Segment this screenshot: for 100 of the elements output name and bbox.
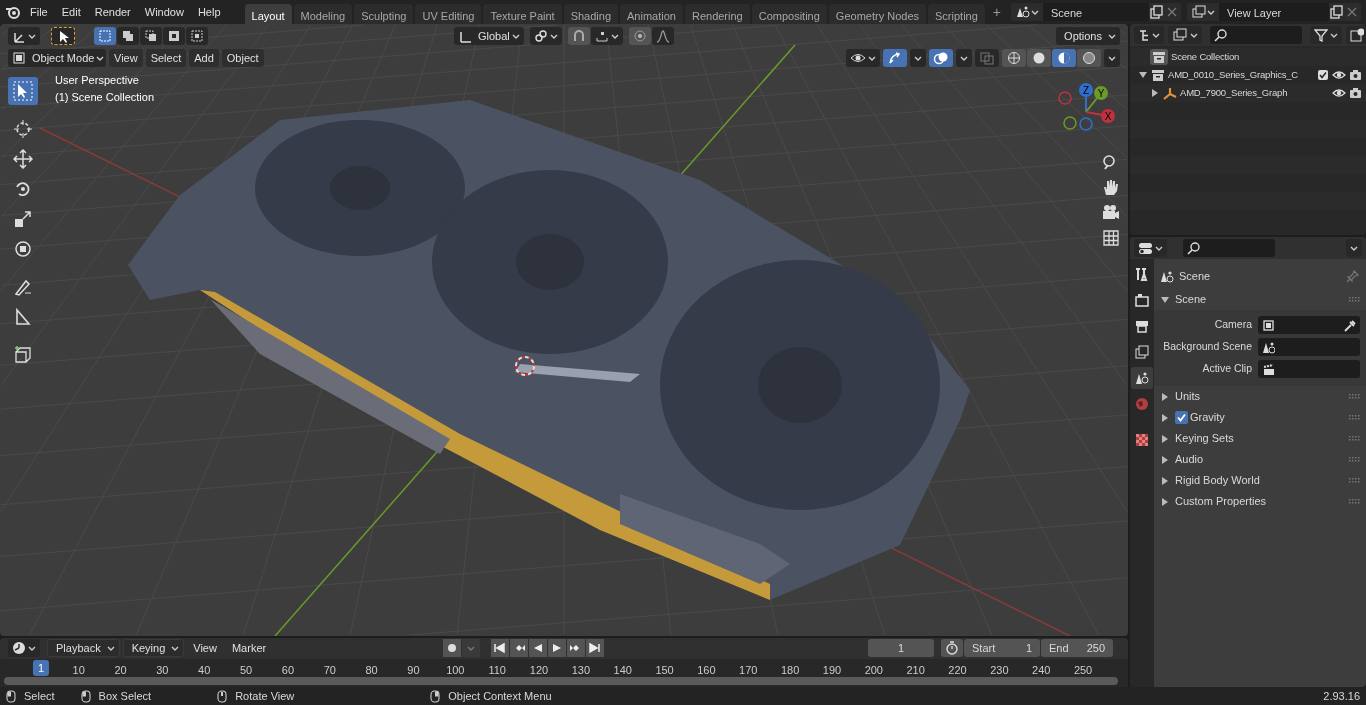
workspace-tab[interactable]: Scripting xyxy=(928,4,985,24)
checkbox-icon[interactable] xyxy=(1317,69,1329,81)
transform-orientation-dropdown[interactable]: Global xyxy=(454,27,524,45)
end-frame-field[interactable]: End 250 xyxy=(1041,639,1113,658)
menu-item[interactable]: File xyxy=(24,1,54,23)
falloff-dropdown[interactable] xyxy=(652,27,674,45)
shading-dropdown[interactable] xyxy=(1104,49,1120,67)
selection-mode-button[interactable] xyxy=(117,27,139,45)
outliner-item[interactable]: Scene Collection xyxy=(1171,49,1362,65)
grid-button[interactable] xyxy=(1100,227,1122,249)
drag-grip-icon[interactable] xyxy=(1349,297,1360,302)
checkbox-icon[interactable] xyxy=(1175,411,1188,424)
menu-item[interactable]: View xyxy=(187,638,223,659)
record-button[interactable] xyxy=(443,639,461,658)
selection-mode-button[interactable] xyxy=(140,27,162,45)
options-dropdown[interactable]: Options xyxy=(1056,27,1120,45)
triangle-icon[interactable] xyxy=(1160,412,1170,423)
proportional-edit-button[interactable] xyxy=(629,27,651,45)
menu-item[interactable]: Render xyxy=(88,1,137,23)
add-workspace-button[interactable]: + xyxy=(986,0,1007,24)
shading-mode-button[interactable] xyxy=(1002,49,1026,67)
drag-grip-icon[interactable] xyxy=(1349,457,1360,462)
property-field[interactable] xyxy=(1258,360,1360,378)
options-dropdown[interactable] xyxy=(1346,239,1362,257)
drag-grip-icon[interactable] xyxy=(1349,415,1360,420)
property-field[interactable] xyxy=(1258,316,1360,334)
camera-icon[interactable] xyxy=(1349,69,1362,81)
selection-mode-button[interactable] xyxy=(163,27,185,45)
copy-icon[interactable] xyxy=(1149,5,1165,19)
properties-tab[interactable] xyxy=(1131,367,1153,389)
preview-range-button[interactable] xyxy=(941,639,963,658)
drag-grip-icon[interactable] xyxy=(1349,499,1360,504)
outliner-item[interactable]: AMD_7900_Series_Graph xyxy=(1180,85,1329,101)
workspace-tab[interactable]: Shading xyxy=(563,4,619,24)
camera-icon[interactable] xyxy=(1349,87,1362,99)
panel-header[interactable]: Gravity xyxy=(1190,409,1344,426)
display-mode-dropdown[interactable] xyxy=(1134,26,1164,44)
workspace-tab[interactable]: Compositing xyxy=(751,4,827,24)
triangle-icon[interactable] xyxy=(1160,433,1170,444)
shading-mode-button[interactable] xyxy=(1077,49,1101,67)
overlay-dropdown[interactable] xyxy=(956,49,972,67)
panel-header[interactable]: Audio xyxy=(1175,451,1344,468)
outliner-item[interactable]: AMD_0010_Series_Graphics_C xyxy=(1168,67,1314,83)
workspace-tab[interactable]: Geometry Nodes xyxy=(828,4,926,24)
pin-icon[interactable] xyxy=(1346,269,1360,283)
view-layer-dropdown[interactable] xyxy=(1168,26,1202,44)
view-layer-field[interactable]: View Layer xyxy=(1219,3,1329,21)
menu-item[interactable]: Marker xyxy=(225,638,273,659)
current-frame-field[interactable]: 1 xyxy=(868,639,934,658)
visibility-dropdown[interactable] xyxy=(846,49,880,67)
gizmo-dropdown[interactable] xyxy=(910,49,926,67)
editor-type-dropdown[interactable] xyxy=(8,639,40,658)
navigation-gizmo-drawing[interactable]: Z Y X xyxy=(1056,82,1118,134)
jump-start-button[interactable] xyxy=(491,639,509,658)
eyedropper-icon[interactable] xyxy=(1343,318,1356,332)
overlay-toggle-button[interactable] xyxy=(929,49,953,67)
shading-mode-button[interactable] xyxy=(1027,49,1051,67)
triangle-icon[interactable] xyxy=(1160,391,1170,402)
timeline-scrollbar[interactable] xyxy=(4,677,1118,685)
select-tool-button[interactable] xyxy=(51,27,75,45)
workspace-tab[interactable]: Texture Paint xyxy=(483,4,562,24)
search-field[interactable] xyxy=(1183,239,1275,257)
workspace-tab[interactable]: Animation xyxy=(620,4,683,24)
triangle-icon[interactable] xyxy=(1150,88,1160,98)
editor-type-dropdown[interactable] xyxy=(1134,239,1167,257)
drag-grip-icon[interactable] xyxy=(1349,436,1360,441)
pivot-dropdown[interactable] xyxy=(530,27,562,45)
menu-item[interactable]: Help xyxy=(191,1,227,23)
workspace-tab[interactable]: UV Editing xyxy=(415,4,482,24)
search-field[interactable] xyxy=(1210,26,1302,44)
triangle-icon[interactable] xyxy=(1160,475,1170,486)
start-frame-field[interactable]: Start 1 xyxy=(964,639,1040,658)
drag-grip-icon[interactable] xyxy=(1349,478,1360,483)
workspace-tab[interactable]: Rendering xyxy=(684,4,750,24)
play-reverse-button[interactable] xyxy=(529,639,547,658)
menu-item[interactable]: Object xyxy=(221,48,264,68)
play-button[interactable] xyxy=(548,639,566,658)
menu-item[interactable]: Add xyxy=(189,48,219,68)
shading-mode-button[interactable] xyxy=(1052,49,1076,67)
menu-dropdown[interactable]: Keying xyxy=(122,639,185,658)
snap-target-dropdown[interactable] xyxy=(591,27,623,45)
jump-end-button[interactable] xyxy=(586,639,604,658)
gizmo-toggle-button[interactable] xyxy=(883,49,907,67)
panel-header[interactable]: Keying Sets xyxy=(1175,430,1344,447)
snap-toggle-button[interactable] xyxy=(568,27,590,45)
select-box-tool[interactable] xyxy=(8,77,38,105)
triangle-icon[interactable] xyxy=(1138,70,1148,80)
menu-item[interactable]: View xyxy=(109,48,143,68)
scene-field[interactable]: Scene xyxy=(1043,3,1149,21)
panel-header[interactable]: Units xyxy=(1175,388,1344,405)
panel-header[interactable]: Scene xyxy=(1175,291,1344,308)
prev-keyframe-button[interactable] xyxy=(510,639,528,658)
graphics-card-drawing[interactable] xyxy=(128,100,970,600)
panel-header[interactable]: Custom Properties xyxy=(1175,493,1344,510)
copy-icon[interactable] xyxy=(1329,5,1345,19)
triangle-icon[interactable] xyxy=(1160,496,1170,507)
menu-item[interactable]: Select xyxy=(145,48,187,68)
property-field[interactable] xyxy=(1258,338,1360,356)
triangle-icon[interactable] xyxy=(1160,294,1170,305)
panel-header[interactable]: Rigid Body World xyxy=(1175,472,1344,489)
